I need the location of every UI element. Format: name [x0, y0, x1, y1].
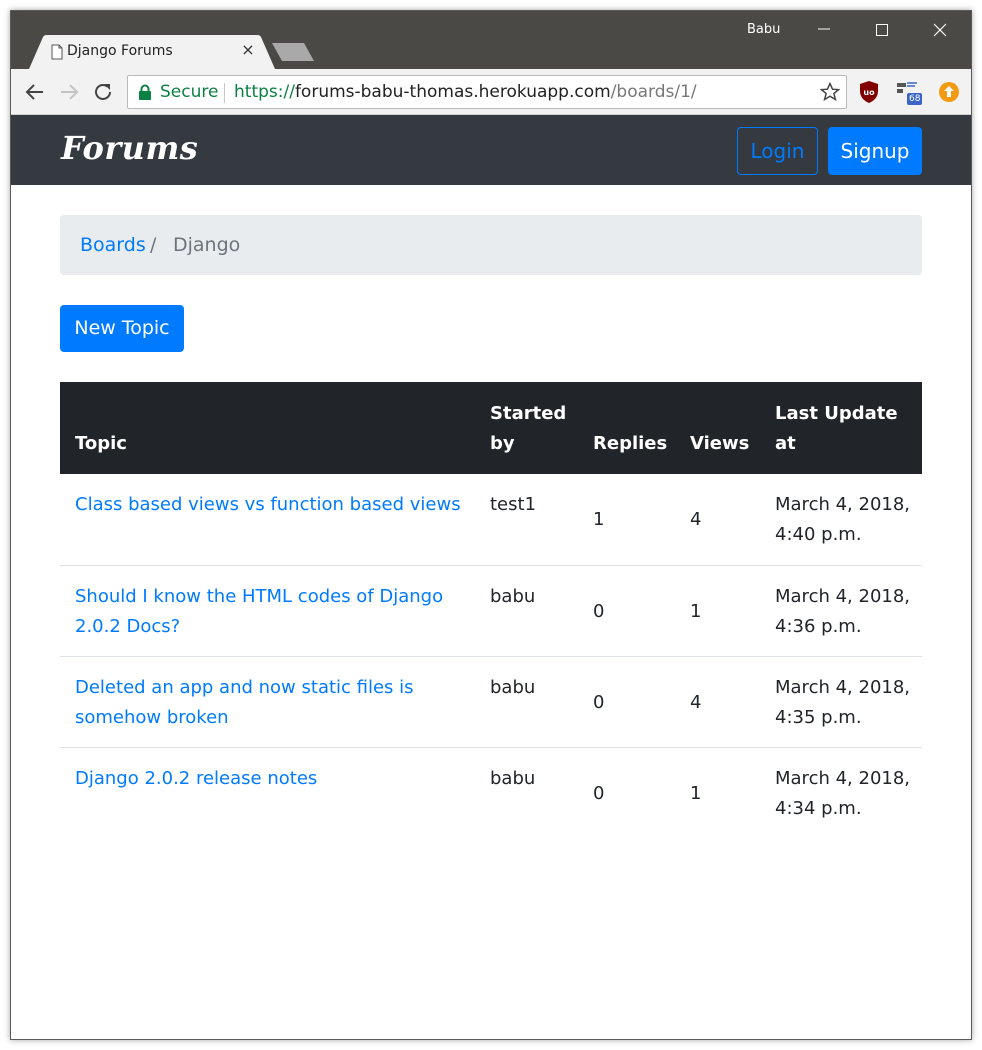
breadcrumb: Boards / Django	[60, 215, 922, 275]
page-icon	[51, 44, 63, 60]
table-header: Topic Started by Replies Views Last Upda…	[60, 382, 922, 474]
topic-link[interactable]: Should I know the HTML codes of Django 2…	[75, 582, 465, 642]
maximize-icon	[876, 24, 888, 36]
header-replies: Replies	[593, 433, 668, 454]
browser-toolbar: Secure https://forums-babu-thomas.heroku…	[11, 69, 971, 115]
topic-views: 4	[690, 509, 702, 530]
topic-link[interactable]: Deleted an app and now static files is s…	[75, 673, 465, 733]
topic-views: 1	[690, 601, 702, 622]
header-views: Views	[690, 433, 750, 454]
title-bar: Django Forums × Babu	[11, 11, 971, 69]
table-body: Class based views vs function based view…	[60, 474, 922, 838]
topic-views: 4	[690, 692, 702, 713]
omnibox-separator	[224, 83, 225, 103]
breadcrumb-separator: /	[150, 234, 157, 256]
topic-starter: test1	[490, 494, 537, 515]
topic-link[interactable]: Django 2.0.2 release notes	[75, 764, 465, 794]
topics-table: Topic Started by Replies Views Last Upda…	[60, 382, 922, 838]
url-host: forums-babu-thomas.herokuapp.com	[294, 82, 611, 102]
table-row: Class based views vs function based view…	[60, 474, 922, 565]
table-row: Should I know the HTML codes of Django 2…	[60, 565, 922, 656]
topic-link[interactable]: Class based views vs function based view…	[75, 490, 465, 520]
header-topic: Topic	[75, 433, 127, 454]
tab-close-icon[interactable]: ×	[239, 41, 257, 59]
close-icon	[933, 23, 947, 37]
url-scheme: https://	[234, 82, 295, 102]
minimize-icon	[818, 28, 830, 30]
topic-replies: 1	[593, 509, 605, 530]
new-tab-button[interactable]	[272, 43, 314, 61]
topic-replies: 0	[593, 601, 605, 622]
upload-icon[interactable]	[937, 80, 961, 104]
secure-label: Secure	[160, 82, 219, 102]
signup-button[interactable]: Signup	[828, 127, 922, 175]
topic-replies: 0	[593, 783, 605, 804]
site-navbar: Forums Login Signup	[11, 115, 971, 185]
close-window-button[interactable]	[911, 11, 969, 49]
topic-starter: babu	[490, 768, 536, 789]
table-row: Django 2.0.2 release notes babu 0 1 Marc…	[60, 747, 922, 838]
topic-last-update: March 4, 2018, 4:35 p.m.	[775, 677, 911, 728]
breadcrumb-boards-link[interactable]: Boards	[80, 234, 146, 256]
reload-icon[interactable]	[91, 80, 115, 104]
topic-last-update: March 4, 2018, 4:34 p.m.	[775, 768, 911, 819]
brand-logo[interactable]: Forums	[61, 129, 198, 167]
extension-badge: 68	[907, 93, 923, 105]
address-bar[interactable]: Secure https://forums-babu-thomas.heroku…	[127, 75, 847, 109]
table-row: Deleted an app and now static files is s…	[60, 656, 922, 747]
page-content: Forums Login Signup Boards / Django New …	[11, 115, 971, 1039]
lock-icon	[139, 84, 151, 100]
topic-views: 1	[690, 783, 702, 804]
new-topic-button[interactable]: New Topic	[60, 305, 184, 352]
topic-replies: 0	[593, 692, 605, 713]
browser-window: Django Forums × Babu Secure https://foru…	[10, 10, 972, 1040]
svg-text:uo: uo	[863, 88, 875, 97]
star-icon[interactable]	[820, 82, 840, 102]
header-last-update: Last Update at	[775, 403, 898, 454]
extension-icon[interactable]: 68	[895, 80, 923, 105]
breadcrumb-active: Django	[173, 234, 241, 256]
header-started-by: Started by	[490, 403, 567, 454]
tab-title: Django Forums	[67, 43, 173, 59]
topic-starter: babu	[490, 677, 536, 698]
url-text: https://forums-babu-thomas.herokuapp.com…	[234, 82, 697, 102]
minimize-button[interactable]	[795, 11, 853, 49]
topic-last-update: March 4, 2018, 4:36 p.m.	[775, 586, 911, 637]
forward-icon[interactable]	[57, 80, 81, 104]
profile-name[interactable]: Babu	[747, 22, 780, 37]
topic-last-update: March 4, 2018, 4:40 p.m.	[775, 494, 911, 545]
topic-starter: babu	[490, 586, 536, 607]
maximize-button[interactable]	[853, 11, 911, 49]
ublock-icon[interactable]: uo	[857, 80, 881, 104]
back-icon[interactable]	[23, 80, 47, 104]
browser-tab[interactable]: Django Forums ×	[29, 35, 275, 69]
login-button[interactable]: Login	[737, 127, 818, 175]
url-path: /boards/1/	[610, 82, 697, 102]
